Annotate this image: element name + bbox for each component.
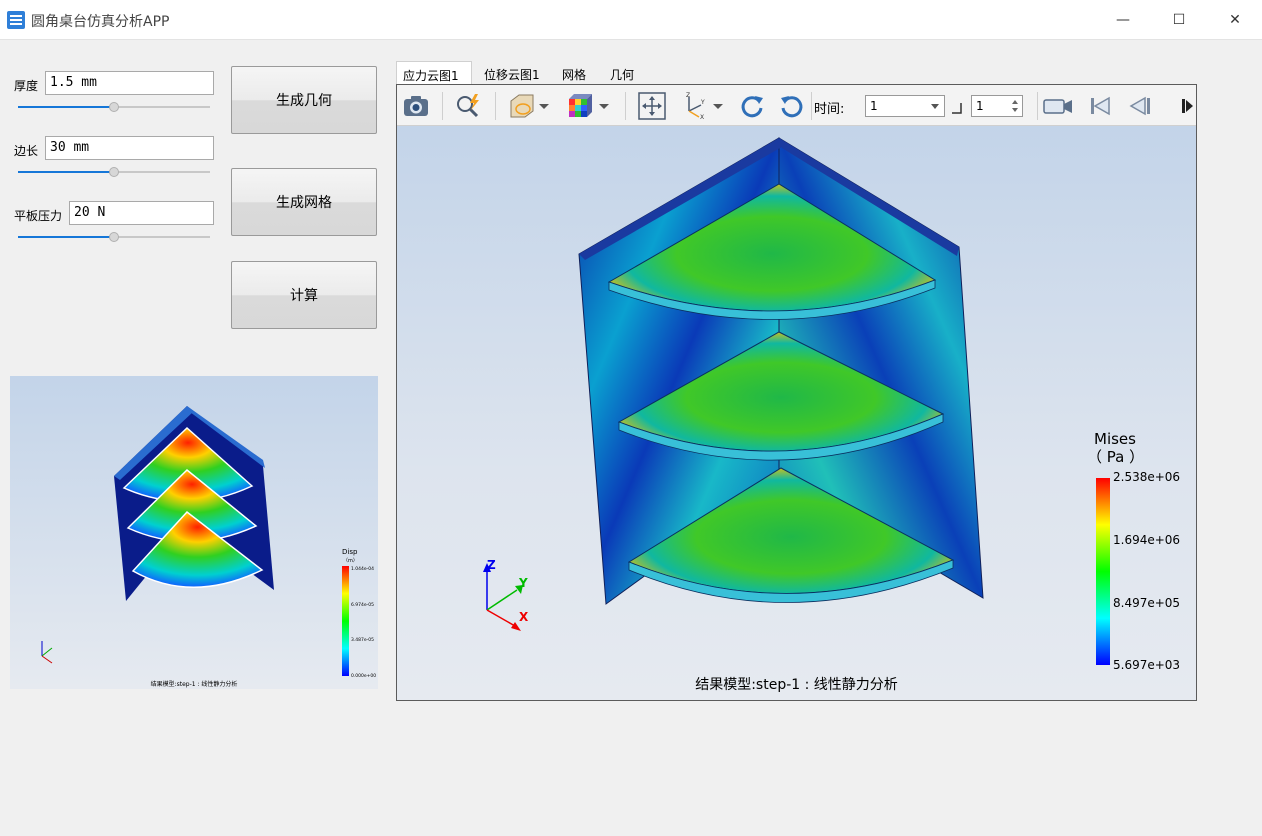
time-select[interactable]: 1 [865,95,945,117]
legend-value: 8.497e+05 [1113,596,1180,610]
tab-mesh[interactable]: 网格 [556,61,592,85]
next-frame-icon[interactable] [1179,91,1195,121]
thickness-input[interactable]: 1.5 mm [45,71,214,95]
chevron-down-icon[interactable] [711,91,725,121]
svg-text:Y: Y [700,99,705,106]
legend-title: Mises [1094,430,1136,448]
step-spinbox[interactable]: 1 [971,95,1023,117]
axis-z-label: Z [487,558,496,572]
chevron-down-icon[interactable] [537,91,551,121]
pressure-label: 平板压力 [14,209,63,223]
camera-screenshot-icon[interactable] [401,91,431,121]
step-value: 1 [976,99,984,113]
thumb-caption: 结果模型:step-1 : 线性静力分析 [151,680,238,688]
thumb-legend-value: 0.000e+00 [351,673,376,679]
svg-text:Z: Z [686,92,690,99]
rotate-cw-icon[interactable] [737,91,767,121]
thumb-legend-value: 3.487e-05 [351,637,374,643]
svg-text:X: X [700,114,704,121]
window-title: 圆角桌台仿真分析APP [31,14,170,30]
pressure-input[interactable]: 20 N [69,201,214,225]
edge-label: 边长 [14,144,39,158]
thickness-label: 厚度 [14,79,39,93]
legend-value: 2.538e+06 [1113,470,1180,484]
axis-y-label: Y [518,576,528,590]
3d-canvas[interactable]: Z Y X Mises （ Pa ） 2.538e+06 1.694e+06 8… [397,126,1196,700]
axes-triad: Z Y X [483,558,529,631]
tab-displacement[interactable]: 位移云图1 [478,61,546,85]
result-caption: 结果模型:step-1 : 线性静力分析 [695,677,898,693]
pan-move-icon[interactable] [637,91,667,121]
rotate-ccw-icon[interactable] [777,91,807,121]
legend-color-bar [1096,478,1110,665]
axis-view-icon[interactable]: Z Y X [679,91,709,121]
thumb-legend-value: 6.974e-05 [351,602,374,608]
thumb-legend-unit: （m） [343,558,358,564]
axis-x-label: X [519,610,529,624]
spin-arrows-icon[interactable] [1011,98,1019,114]
time-label: 时间: [814,102,845,117]
time-value: 1 [870,99,878,113]
zoom-fit-icon[interactable] [453,91,483,121]
previous-frame-icon[interactable] [1125,91,1155,121]
maximize-button[interactable]: ☐ [1150,0,1208,40]
compute-button[interactable]: 计算 [231,261,377,329]
edge-slider[interactable] [18,166,210,178]
edge-input[interactable]: 30 mm [45,136,214,160]
legend-value: 1.694e+06 [1113,533,1180,547]
chevron-down-icon[interactable] [597,91,611,121]
close-button[interactable]: ✕ [1206,0,1262,40]
pressure-slider[interactable] [18,231,210,243]
minimize-icon: — [1116,12,1130,28]
minimize-button[interactable]: — [1094,0,1152,40]
tab-geometry[interactable]: 几何 [604,61,640,85]
display-mode-icon[interactable] [507,91,537,121]
slider-handle[interactable] [109,167,119,177]
close-icon: ✕ [1229,12,1241,28]
thumb-legend-value: 1.044e-04 [351,566,374,572]
legend-unit: （ Pa ） [1087,448,1144,466]
thickness-slider[interactable] [18,101,210,113]
legend-value: 5.697e+03 [1113,658,1180,672]
generate-mesh-button[interactable]: 生成网格 [231,168,377,236]
slider-handle[interactable] [109,232,119,242]
tab-stress[interactable]: 应力云图1 [396,61,472,85]
app-icon [7,11,25,29]
step-corner-icon [952,103,962,114]
color-cube-icon[interactable] [565,91,595,121]
generate-geometry-button[interactable]: 生成几何 [231,66,377,134]
maximize-icon: ☐ [1172,12,1186,28]
thumb-legend-title: Disp [342,548,358,556]
thumb-legend-bar [342,566,349,676]
first-frame-icon[interactable] [1085,91,1115,121]
viewer-toolbar: Z Y X 时间: 1 1 [397,85,1196,126]
video-camera-icon[interactable] [1041,91,1075,121]
slider-handle[interactable] [109,102,119,112]
chevron-down-icon [931,104,939,109]
result-viewer[interactable]: Z Y X 时间: 1 1 Z Y X Mises （ Pa ） 2.538e+… [396,84,1197,701]
title-bar: 圆角桌台仿真分析APP — ☐ ✕ [0,0,1262,40]
displacement-thumbnail: Disp （m） 1.044e-04 6.974e-05 3.487e-05 0… [10,376,378,689]
stress-model [578,137,984,605]
